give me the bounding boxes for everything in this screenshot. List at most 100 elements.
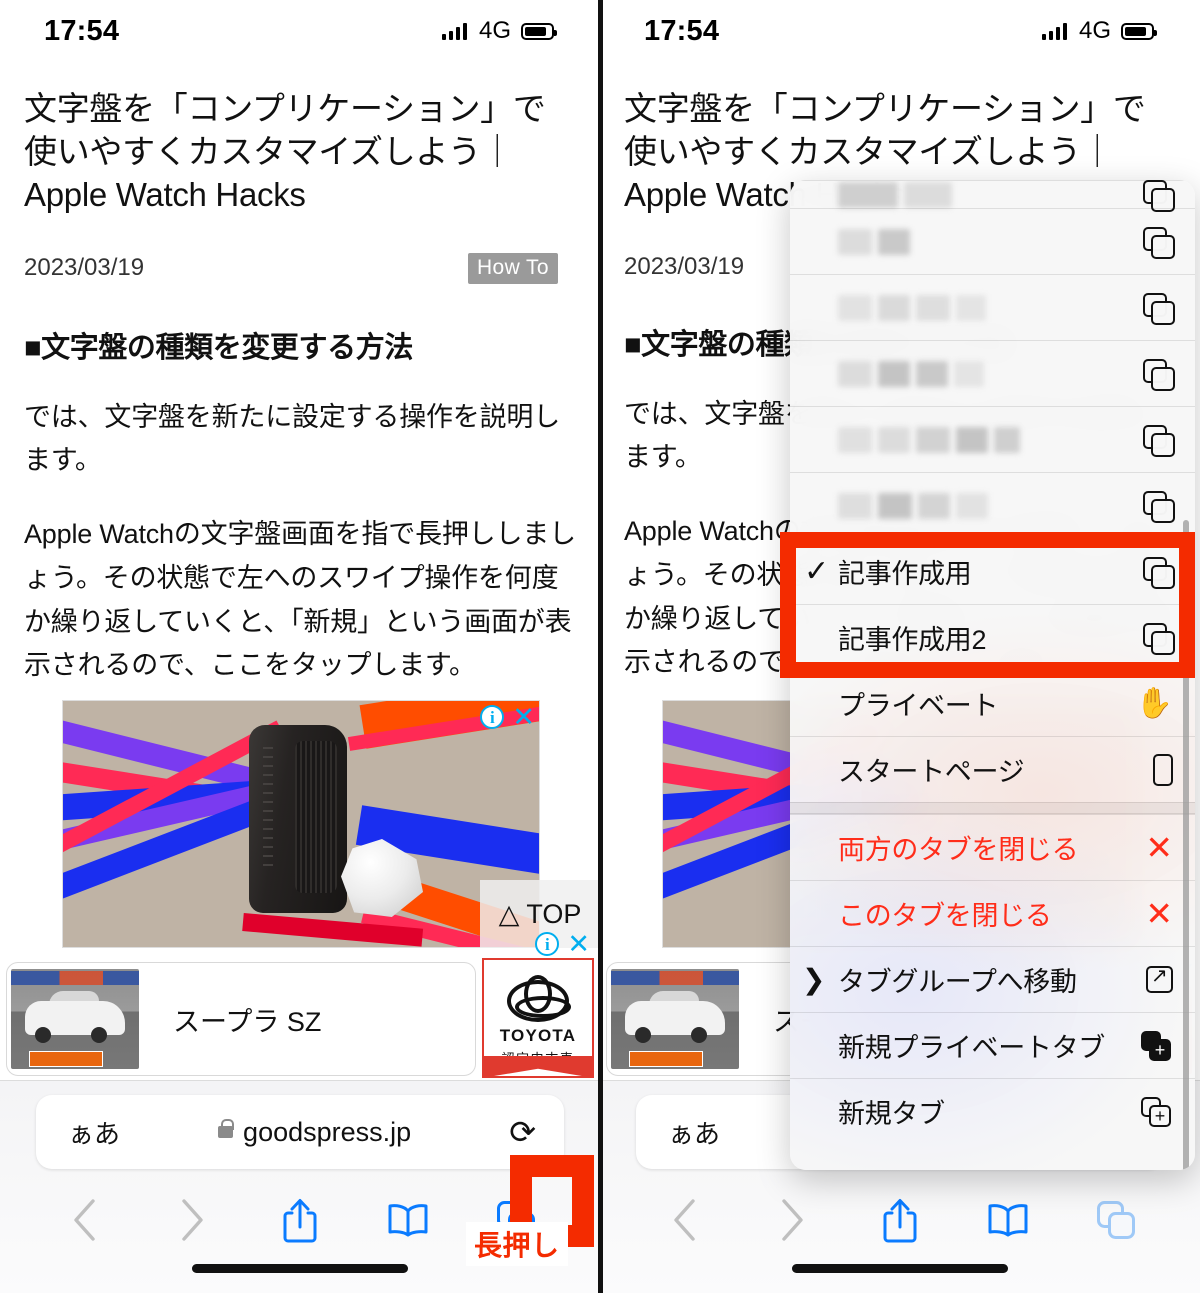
bottom-ad-controls[interactable]: i ✕: [535, 931, 590, 958]
battery-icon: [521, 22, 557, 40]
car-thumbnail: [611, 969, 739, 1069]
menu-item-close-this-tab[interactable]: このタブを閉じる ✕: [790, 880, 1195, 946]
menu-item-blurred[interactable]: [790, 274, 1195, 340]
tab-group-icon: [1133, 358, 1175, 391]
text-size-button[interactable]: ぁあ: [668, 1114, 720, 1151]
forward-chevron-icon[interactable]: [764, 1192, 820, 1248]
menu-item-tab-group-2[interactable]: 記事作成用2: [790, 604, 1195, 670]
article-date: 2023/03/19: [624, 252, 745, 280]
article-paragraph-1: では、文字盤を新たに設定する操作を説明します。: [24, 401, 560, 476]
book-icon[interactable]: [980, 1192, 1036, 1248]
menu-item-label-blurred: [838, 181, 1133, 208]
tab-group-icon: [1133, 226, 1175, 259]
bottom-ad[interactable]: スープラ SZ i ✕ TOYOTA 認定中古車: [0, 931, 600, 1080]
tab-context-menu[interactable]: ✓ 記事作成用 記事作成用2 プライベート ✋ スタートページ 両方のタブを閉じ…: [790, 180, 1195, 1170]
text-size-button[interactable]: ぁあ: [68, 1114, 120, 1151]
tab-group-icon: [1133, 424, 1175, 457]
reload-icon[interactable]: ⟳: [509, 1116, 536, 1148]
url-display[interactable]: goodspress.jp: [120, 1117, 509, 1148]
menu-item-new-private-tab[interactable]: 新規プライベートタブ +: [790, 1012, 1195, 1078]
open-external-icon: [1133, 963, 1173, 993]
menu-item-label: 両方のタブを閉じる: [838, 835, 1079, 865]
article-heading: ■文字盤の種類を変更する方法: [24, 331, 413, 364]
menu-item-label: プライベート: [838, 691, 999, 721]
close-x-icon: ✕: [1145, 895, 1173, 932]
menu-item-label: 記事作成用: [838, 559, 972, 589]
menu-item-label: タブグループへ移動: [838, 967, 1077, 997]
menu-item-label: 新規プライベートタブ: [838, 1033, 1105, 1063]
toyota-ribbon: [482, 1056, 594, 1078]
bottom-ad-card[interactable]: スープラ SZ: [6, 962, 476, 1076]
tab-group-icon: [1133, 180, 1175, 212]
menu-item-label-blurred: [838, 426, 1133, 453]
tab-group-icon: [1133, 622, 1175, 655]
chevron-right-icon: ❯: [802, 964, 826, 995]
menu-item-close-both-tabs[interactable]: 両方のタブを閉じる ✕: [790, 814, 1195, 880]
menu-item-label-blurred: [838, 360, 1133, 387]
menu-item-blurred[interactable]: [790, 472, 1195, 538]
screenshot-stage: 17:54 4G 文字盤を「コンプリケーション」で使いやすくカスタマイズしよう｜…: [0, 0, 1200, 1293]
share-icon[interactable]: [872, 1192, 928, 1248]
book-icon[interactable]: [380, 1192, 436, 1248]
ad-info-icon[interactable]: i: [480, 705, 505, 729]
menu-item-tab-group-1[interactable]: ✓ 記事作成用: [790, 538, 1195, 604]
phone-screen-left: 17:54 4G 文字盤を「コンプリケーション」で使いやすくカスタマイズしよう｜…: [0, 0, 600, 1293]
tab-group-icon: [1133, 490, 1175, 523]
tab-group-icon: [1133, 292, 1175, 325]
menu-separator: [790, 802, 1195, 814]
category-badge: How To: [467, 252, 558, 284]
home-indicator: [192, 1264, 408, 1273]
menu-item-blurred[interactable]: [790, 406, 1195, 472]
menu-item-new-tab[interactable]: 新規タブ +: [790, 1078, 1195, 1144]
ad-info-icon[interactable]: i: [535, 932, 560, 956]
article-meta: 2023/03/19 How To: [24, 252, 576, 284]
back-chevron-icon[interactable]: [656, 1192, 712, 1248]
address-bar[interactable]: ぁあ goodspress.jp ⟳: [36, 1095, 564, 1169]
phone-icon: [1133, 753, 1173, 786]
forward-chevron-icon[interactable]: [164, 1192, 220, 1248]
article-content-left: 文字盤を「コンプリケーション」で使いやすくカスタマイズしよう｜Apple Wat…: [0, 62, 600, 688]
tab-group-icon: [1133, 556, 1175, 589]
lock-icon: [218, 1119, 235, 1138]
ad-close-icon[interactable]: ✕: [512, 704, 535, 731]
toyota-logo-icon: [507, 980, 571, 1022]
article-paragraph-2: Apple Watchの文字盤画面を指で長押ししましょう。その状態で左へのスワイ…: [24, 519, 576, 681]
car-ad-title: スープラ SZ: [173, 1006, 322, 1037]
toyota-wordmark: TOYOTA: [499, 1026, 577, 1045]
menu-item-move-to-tab-group[interactable]: ❯ タブグループへ移動: [790, 946, 1195, 1012]
status-bar-left: 17:54 4G: [0, 0, 600, 62]
menu-scrollbar[interactable]: [1183, 520, 1189, 1170]
menu-item-label: スタートページ: [838, 757, 1025, 787]
menu-item-label: 記事作成用2: [838, 625, 987, 655]
status-bar-right: 17:54 4G: [600, 0, 1200, 62]
article-date: 2023/03/19: [24, 254, 145, 282]
page-title: 文字盤を「コンプリケーション」で使いやすくカスタマイズしよう｜Apple Wat…: [24, 90, 546, 213]
inline-ad-image[interactable]: i ✕: [62, 700, 540, 948]
status-clock: 17:54: [644, 14, 720, 47]
status-indicators: 4G: [441, 17, 557, 45]
annotation-long-press-label: 長押し: [466, 1222, 568, 1266]
share-icon[interactable]: [272, 1192, 328, 1248]
menu-item-label: 新規タブ: [838, 1099, 945, 1129]
ad-controls[interactable]: i ✕: [480, 704, 535, 731]
menu-item-private[interactable]: プライベート ✋: [790, 670, 1195, 736]
hand-icon: ✋: [1135, 686, 1173, 720]
status-clock: 17:54: [44, 14, 120, 47]
network-type-label: 4G: [1078, 17, 1111, 44]
tabs-icon[interactable]: [1088, 1192, 1144, 1248]
phone-screen-right: 17:54 4G 文字盤を「コンプリケーション」で使いやすくカスタマイズしよう｜…: [600, 0, 1200, 1293]
signal-bars-icon: [1041, 22, 1067, 40]
menu-item-blurred[interactable]: [790, 180, 1195, 212]
checkmark-icon: ✓: [804, 554, 830, 588]
home-indicator: [792, 1264, 1008, 1273]
ad-router-product: [249, 725, 347, 913]
toyota-brand-badge[interactable]: i ✕ TOYOTA 認定中古車: [482, 931, 594, 1078]
menu-item-start-page[interactable]: スタートページ: [790, 736, 1195, 802]
back-chevron-icon[interactable]: [56, 1192, 112, 1248]
inline-ad[interactable]: i ✕ △ TOP: [0, 700, 600, 948]
menu-item-blurred[interactable]: [790, 340, 1195, 406]
menu-item-blurred[interactable]: [790, 208, 1195, 274]
menu-item-label: このタブを閉じる: [838, 901, 1052, 931]
ad-close-icon[interactable]: ✕: [567, 931, 590, 958]
menu-item-label-blurred: [838, 228, 1133, 255]
